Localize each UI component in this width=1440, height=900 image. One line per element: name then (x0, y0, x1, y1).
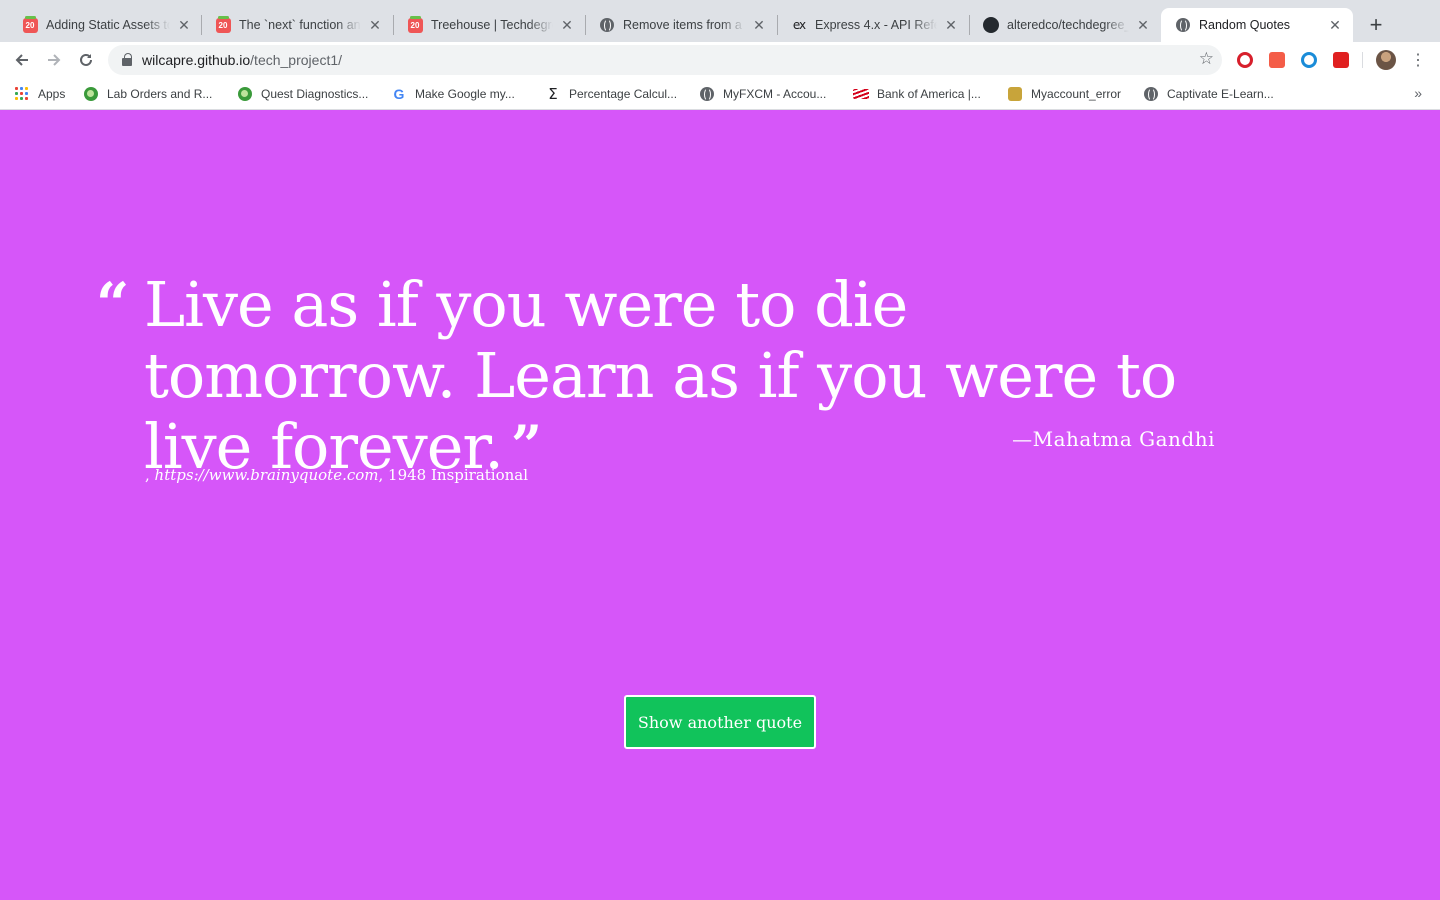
quote-page: “ Live as if you were to die tomorrow. L… (0, 111, 1440, 900)
bookmarks-bar: Apps Lab Orders and R... Quest Diagnosti… (0, 78, 1440, 110)
show-another-quote-button[interactable]: Show another quote (624, 695, 816, 749)
github-icon (983, 17, 999, 33)
tab-title: Express 4.x - API Refer (815, 18, 937, 32)
back-arrow-icon[interactable] (10, 48, 34, 72)
bookmark-label: Lab Orders and R... (107, 87, 213, 101)
sigma-icon: Σ (548, 85, 558, 103)
globe-icon (699, 86, 715, 102)
bookmark-myfxcm[interactable]: MyFXCM - Accou... (699, 84, 826, 104)
bookmark-bank-of-america[interactable]: Bank of America |... (853, 84, 981, 104)
bookmark-make-google[interactable]: G Make Google my... (391, 84, 515, 104)
tab-title: Remove items from a c (623, 18, 745, 32)
treehouse-icon: 20 (22, 15, 38, 33)
extension-icon[interactable] (1333, 52, 1349, 68)
bookmark-myaccount-error[interactable]: Myaccount_error (1007, 84, 1121, 104)
bookmark-label: MyFXCM - Accou... (723, 87, 827, 101)
bookmark-percentage-calculator[interactable]: Σ Percentage Calcul... (545, 84, 677, 104)
close-icon[interactable]: ✕ (943, 17, 959, 33)
more-menu-icon[interactable]: ⋮ (1408, 48, 1428, 72)
new-tab-button[interactable]: + (1364, 13, 1388, 37)
green-leaf-icon (83, 86, 99, 102)
url-path: /tech_project1/ (250, 52, 343, 68)
tab-treehouse-techdegree[interactable]: 20 Treehouse | Techdegree ✕ (393, 8, 585, 42)
user-badge-icon (1007, 86, 1023, 102)
tab-title: alteredco/techdegree_ (1007, 18, 1129, 32)
quote-source: —Mahatma Gandhi (1012, 427, 1215, 451)
bookmark-label: Percentage Calcul... (569, 87, 678, 101)
bookmark-label: Quest Diagnostics... (261, 87, 369, 101)
extension-icon[interactable] (1301, 52, 1317, 68)
bookmark-apps[interactable]: Apps (14, 84, 65, 104)
address-bar[interactable]: wilcapre.github.io/tech_project1/ ☆ (108, 45, 1222, 75)
tab-next-function[interactable]: 20 The `next` function an ✕ (201, 8, 393, 42)
google-icon: G (393, 86, 405, 102)
globe-icon (1175, 17, 1191, 33)
bookmark-star-icon[interactable]: ☆ (1199, 50, 1214, 67)
bank-of-america-icon (853, 86, 869, 102)
tab-adding-static-assets[interactable]: 20 Adding Static Assets to ✕ (8, 8, 202, 42)
green-leaf-icon (237, 86, 253, 102)
open-quote-mark: “ (96, 270, 130, 338)
bookmark-lab-orders[interactable]: Lab Orders and R... (83, 84, 212, 104)
quote-citation-line: , https://www.brainyquote.com, 1948 Insp… (145, 466, 528, 484)
bookmark-label: Apps (38, 87, 66, 101)
browser-tab-strip: 20 Adding Static Assets to ✕ 20 The `nex… (0, 0, 1440, 42)
tab-random-quotes[interactable]: Random Quotes ✕ (1161, 8, 1353, 42)
tab-title: Treehouse | Techdegree (431, 18, 553, 32)
bookmark-quest-diagnostics[interactable]: Quest Diagnostics... (237, 84, 368, 104)
tab-title: Adding Static Assets to (46, 18, 170, 32)
bookmark-label: Myaccount_error (1031, 87, 1122, 101)
close-icon[interactable]: ✕ (1327, 17, 1343, 33)
url-text[interactable]: wilcapre.github.io/tech_project1/ (142, 52, 342, 68)
bookmark-label: Make Google my... (415, 87, 515, 101)
globe-icon (599, 17, 615, 33)
bookmark-captivate[interactable]: Captivate E-Learn... (1143, 84, 1274, 104)
forward-arrow-icon[interactable] (42, 48, 66, 72)
url-host: wilcapre.github.io (142, 52, 251, 68)
tab-title: The `next` function an (239, 18, 361, 32)
tab-express-api[interactable]: ex Express 4.x - API Refer ✕ (777, 8, 969, 42)
browser-toolbar: wilcapre.github.io/tech_project1/ ☆ ⋮ (0, 42, 1440, 78)
treehouse-icon: 20 (407, 15, 423, 33)
close-icon[interactable]: ✕ (367, 17, 383, 33)
bookmark-label: Bank of America |... (877, 87, 981, 101)
tab-title: Random Quotes (1199, 18, 1291, 32)
close-icon[interactable]: ✕ (176, 17, 192, 33)
globe-icon (1143, 86, 1159, 102)
close-icon[interactable]: ✕ (751, 17, 767, 33)
lock-icon[interactable] (122, 53, 132, 66)
more-bookmarks-icon[interactable]: » (1414, 85, 1422, 101)
extension-icon[interactable] (1269, 52, 1285, 68)
reload-icon[interactable] (74, 48, 98, 72)
treehouse-icon: 20 (215, 15, 231, 33)
toolbar-divider (1362, 52, 1363, 68)
extension-icon[interactable] (1237, 52, 1253, 68)
close-icon[interactable]: ✕ (1135, 17, 1151, 33)
bookmark-label: Captivate E-Learn... (1167, 87, 1274, 101)
express-icon: ex (792, 18, 806, 32)
close-icon[interactable]: ✕ (559, 17, 575, 33)
quote-citation: https://www.brainyquote.com (154, 466, 379, 484)
citation-prefix: , (145, 466, 155, 484)
quote-year-and-tag: , 1948 Inspirational (378, 466, 529, 484)
apps-grid-icon (14, 86, 30, 102)
profile-avatar[interactable] (1376, 50, 1396, 70)
tab-remove-items[interactable]: Remove items from a c ✕ (585, 8, 777, 42)
tab-github-repo[interactable]: alteredco/techdegree_ ✕ (969, 8, 1161, 42)
